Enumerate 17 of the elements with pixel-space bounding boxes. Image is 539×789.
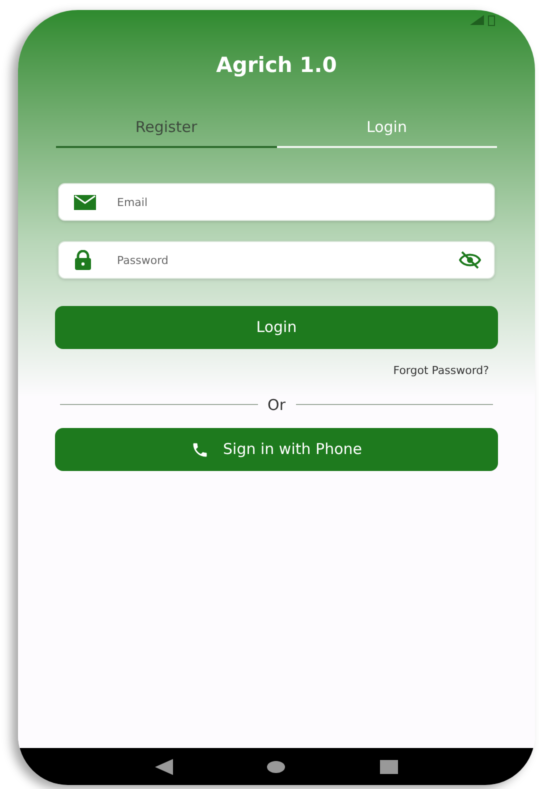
password-field[interactable]: Password	[58, 241, 495, 279]
battery-icon	[488, 14, 495, 26]
app-title: Agrich 1.0	[215, 52, 338, 79]
email-field[interactable]: Email	[58, 183, 495, 221]
hidden-eye-icon[interactable]	[459, 251, 481, 269]
phone-icon	[191, 440, 209, 458]
recents-icon[interactable]	[380, 760, 398, 774]
signal-icon	[470, 15, 484, 25]
forgot-password-link[interactable]: Forgot Password?	[393, 363, 489, 380]
tab[interactable]: Register	[56, 116, 276, 148]
divider-text: Or	[268, 394, 286, 416]
lock-icon	[74, 250, 92, 270]
phone-sign-in-button[interactable]: Sign in with Phone	[55, 428, 498, 471]
home-icon[interactable]	[267, 760, 286, 772]
login-button[interactable]: Login	[55, 306, 498, 349]
envelope-icon	[74, 194, 96, 210]
back-icon[interactable]	[155, 758, 174, 774]
